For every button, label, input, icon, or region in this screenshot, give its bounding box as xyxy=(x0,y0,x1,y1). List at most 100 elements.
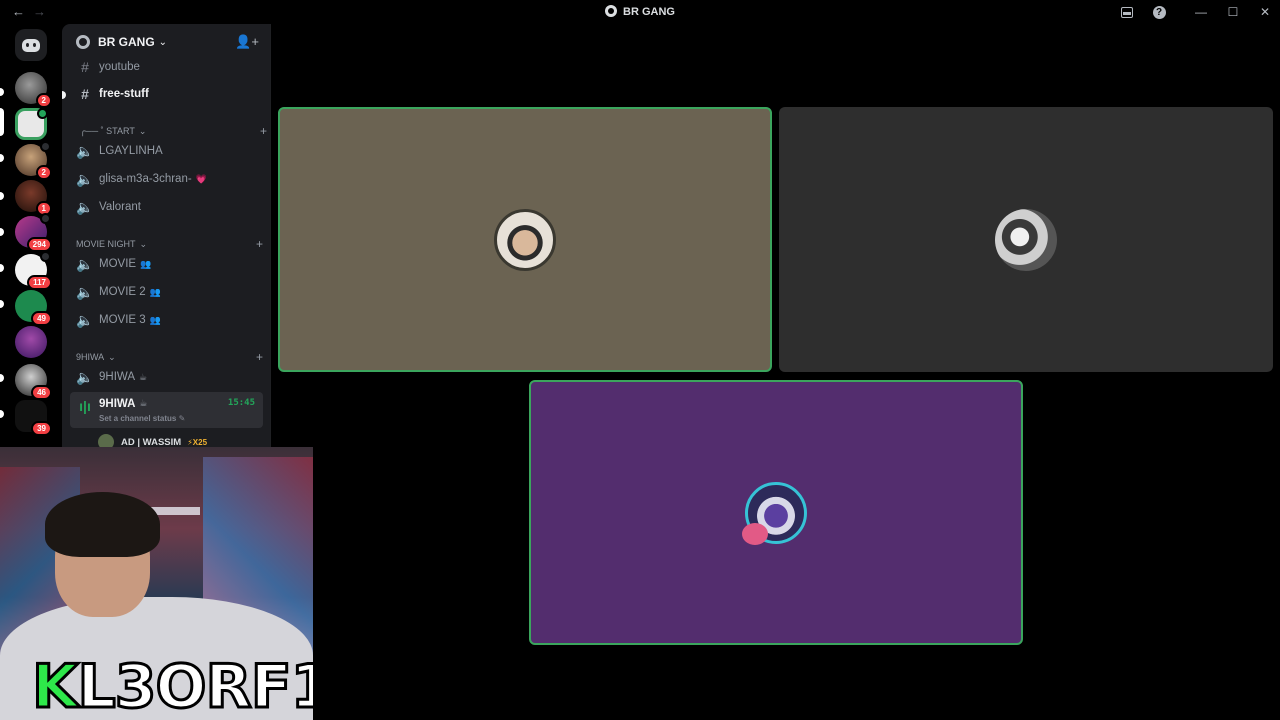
voice-channel-movie[interactable]: 🔈 MOVIE 👥 xyxy=(70,251,263,277)
hashtag-icon: # xyxy=(81,86,89,102)
speaker-icon: 🔈 xyxy=(76,255,94,272)
discord-logo-icon xyxy=(22,38,40,52)
people-emoji-icon: 👥 xyxy=(140,258,152,269)
speaker-icon xyxy=(40,251,51,262)
server-icon-9[interactable]: 46 xyxy=(15,364,52,400)
participant-tile-2[interactable] xyxy=(779,107,1273,372)
chevron-down-icon: ⌄ xyxy=(108,351,116,362)
heart-emoji-icon: 💗 xyxy=(195,173,207,184)
minimize-button[interactable]: — xyxy=(1192,3,1210,21)
speaker-icon: 🔈 xyxy=(76,283,94,300)
participant-name: AD | WASSIM xyxy=(121,436,182,448)
unread-pill xyxy=(0,374,4,382)
server-icon-6[interactable]: 117 xyxy=(15,251,52,290)
coffee-emoji-icon: ☕ xyxy=(139,371,148,382)
unread-pill xyxy=(0,88,4,96)
tag-rest: L3ORF1 xyxy=(76,652,313,720)
avatar-decoration-icon xyxy=(742,523,768,545)
voice-channel-lgaylinha[interactable]: 🔈 LGAYLINHA xyxy=(70,138,263,164)
invite-people-icon[interactable]: 👤+ xyxy=(235,34,259,50)
participant-tile-1[interactable] xyxy=(278,107,772,372)
voice-channel-glisa[interactable]: 🔈 glisa-m3a-3chran- 💗 xyxy=(70,166,263,192)
voice-channel-valorant[interactable]: 🔈 Valorant xyxy=(70,194,263,220)
channel-name: free-stuff xyxy=(99,88,149,100)
coffee-emoji-icon: ☕ xyxy=(139,398,148,408)
hashtag-icon: # xyxy=(81,59,89,75)
inbox-icon[interactable] xyxy=(1118,3,1136,21)
speaker-icon xyxy=(40,141,51,152)
speaker-icon xyxy=(40,213,51,224)
category-movie-night[interactable]: MOVIE NIGHT ⌄ + xyxy=(76,237,263,251)
server-name: BR GANG xyxy=(98,35,155,49)
chevron-down-icon: ⌄ xyxy=(138,125,147,136)
mention-badge: 117 xyxy=(27,275,52,290)
unread-pill xyxy=(0,154,4,162)
channel-name: 9HIWA xyxy=(99,398,136,410)
category-start[interactable]: ╭── ˚ start ⌄ + xyxy=(80,124,267,138)
server-icon xyxy=(605,5,618,17)
chevron-down-icon: ⌄ xyxy=(139,238,148,249)
server-icon-8[interactable] xyxy=(15,326,47,358)
voice-channel-movie-2[interactable]: 🔈 MOVIE 2 👥 xyxy=(70,279,263,305)
server-icon-7[interactable]: 49 xyxy=(15,290,52,326)
unread-pill xyxy=(0,264,4,272)
people-emoji-icon: 👥 xyxy=(149,314,161,325)
channel-name: LGAYLINHA xyxy=(99,145,163,157)
channel-name: youtube xyxy=(99,61,140,73)
mention-badge: 49 xyxy=(31,311,52,326)
window-title-text: BR GANG xyxy=(623,6,675,18)
voice-channel-9hiwa-connected[interactable]: ı|ı 9HIWA ☕ 15:45 Set a channel status ✎ xyxy=(70,392,263,428)
avatar xyxy=(995,208,1057,271)
voice-active-icon xyxy=(37,108,48,119)
title-bar: ← → BR GANG ? — ☐ ✕ xyxy=(0,0,1280,24)
unread-pill xyxy=(0,192,4,200)
mention-badge: 46 xyxy=(31,385,52,400)
discord-home-button[interactable] xyxy=(15,29,47,61)
channel-name: MOVIE xyxy=(99,258,137,270)
voice-activity-icon: ı|ı xyxy=(79,398,91,414)
speaker-icon: 🔈 xyxy=(76,170,94,187)
streamer-hair xyxy=(45,492,160,557)
help-icon[interactable]: ? xyxy=(1150,3,1168,21)
voice-channel-movie-3[interactable]: 🔈 MOVIE 3 👥 xyxy=(70,307,263,333)
window-title: BR GANG xyxy=(0,5,1280,18)
avatar xyxy=(494,208,556,271)
maximize-button[interactable]: ☐ xyxy=(1224,3,1242,21)
create-channel-icon[interactable]: + xyxy=(256,350,263,364)
server-icon-br-gang[interactable] xyxy=(15,108,48,140)
voice-channel-9hiwa[interactable]: 🔈 9HIWA ☕ xyxy=(70,364,263,390)
channel-name: Valorant xyxy=(99,201,141,213)
boost-badge: ⚡X25 xyxy=(187,437,208,447)
server-icon-10[interactable]: 39 xyxy=(15,400,52,436)
window-controls: ? — ☐ ✕ xyxy=(1118,3,1274,21)
category-label: ╭── ˚ start xyxy=(80,125,135,136)
speaker-icon: 🔈 xyxy=(76,311,94,328)
participant-tile-3[interactable] xyxy=(529,380,1023,645)
channel-free-stuff[interactable]: # free-stuff xyxy=(70,81,263,107)
server-rail: 2 2 1 294 117 49 46 39 xyxy=(0,24,62,448)
mention-badge: 2 xyxy=(35,93,52,108)
server-icon-3[interactable]: 2 xyxy=(15,141,52,180)
mention-badge: 39 xyxy=(31,421,52,436)
channel-name: 9HIWA xyxy=(99,371,135,383)
server-icon-1[interactable]: 2 xyxy=(15,72,52,108)
set-channel-status-link[interactable]: Set a channel status ✎ xyxy=(99,414,185,423)
call-timer: 15:45 xyxy=(227,398,255,408)
unread-pill xyxy=(0,410,4,418)
chevron-down-icon: ⌄ xyxy=(158,36,168,48)
close-button[interactable]: ✕ xyxy=(1256,3,1274,21)
create-channel-icon[interactable]: + xyxy=(260,124,267,138)
speaker-icon: 🔈 xyxy=(76,198,94,215)
unread-pill xyxy=(0,300,4,308)
category-9hiwa[interactable]: 9HIWA ⌄ + xyxy=(76,350,263,364)
unread-pill xyxy=(0,228,4,236)
speaker-icon: 🔈 xyxy=(76,142,94,159)
channel-name: MOVIE 2 xyxy=(99,286,146,298)
channel-youtube[interactable]: # youtube xyxy=(70,54,263,80)
server-guide-icon xyxy=(76,35,90,49)
channel-name: MOVIE 3 xyxy=(99,314,146,326)
server-icon-5[interactable]: 294 xyxy=(15,213,52,252)
server-icon-4[interactable]: 1 xyxy=(15,180,52,216)
mention-badge: 2 xyxy=(35,165,52,180)
create-channel-icon[interactable]: + xyxy=(256,237,263,251)
